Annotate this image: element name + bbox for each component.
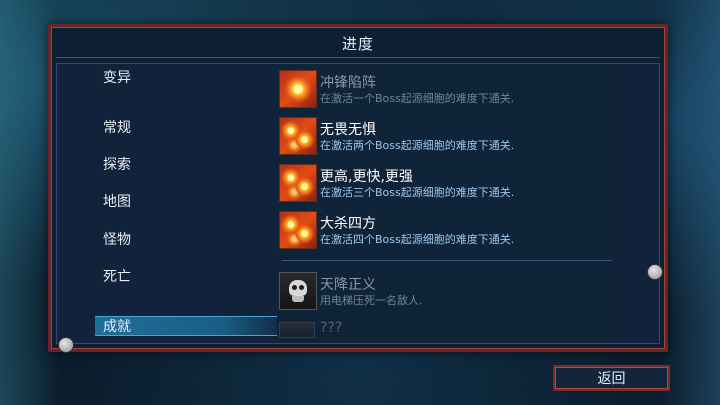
flame-cells-icon [279,164,317,202]
locked-icon [279,322,315,338]
category-map[interactable]: 地图 [103,192,131,212]
achievement-name: 天降正义 [320,277,376,293]
achievement-desc: 在激活三个Boss起源细胞的难度下通关. [320,186,515,199]
achievement-name: 大杀四方 [320,216,376,232]
skull-icon [279,272,317,310]
achievement-item-hidden[interactable]: ??? [277,318,617,343]
category-monsters[interactable]: 怪物 [103,230,131,250]
achievement-item[interactable]: 更高,更快,更强 在激活三个Boss起源细胞的难度下通关. [277,162,617,206]
panel-title: 进度 [341,35,374,53]
list-divider [282,260,612,261]
achievement-item-locked[interactable]: 天降正义 用电梯压死一名敌人. [277,270,617,314]
achievement-item[interactable]: 大杀四方 在激活四个Boss起源细胞的难度下通关. [277,209,617,253]
category-sidebar: 变异 常规 探索 地图 怪物 死亡 成就 [95,64,277,343]
flame-cells-icon [279,211,317,249]
sidebar-scroll-handle[interactable] [58,337,74,353]
achievement-desc: 在激活两个Boss起源细胞的难度下通关. [320,139,515,152]
panel-content: 变异 常规 探索 地图 怪物 死亡 成就 冲锋陷阵 在激活一个Boss起源细胞的… [56,63,660,344]
list-scroll-handle[interactable] [647,264,663,280]
category-mutations[interactable]: 变异 [103,68,131,88]
achievement-name: 冲锋陷阵 [320,75,376,91]
category-exploration[interactable]: 探索 [103,155,131,175]
achievement-name: 无畏无惧 [320,122,376,138]
flame-cell-icon [279,70,317,108]
achievement-desc: 在激活四个Boss起源细胞的难度下通关. [320,233,515,246]
achievement-name: ??? [320,320,343,336]
category-death[interactable]: 死亡 [103,267,131,287]
achievement-list[interactable]: 冲锋陷阵 在激活一个Boss起源细胞的难度下通关. 无畏无惧 在激活两个Boss… [277,64,617,343]
achievement-desc: 用电梯压死一名敌人. [320,294,423,307]
achievement-desc: 在激活一个Boss起源细胞的难度下通关. [320,92,515,105]
progress-panel: 进度 变异 常规 探索 地图 怪物 死亡 成就 冲锋陷阵 在激活一个Boss起源… [48,24,668,352]
achievement-name: 更高,更快,更强 [320,169,413,185]
achievement-item[interactable]: 无畏无惧 在激活两个Boss起源细胞的难度下通关. [277,115,617,159]
background-glow-right [660,0,720,405]
flame-cells-icon [279,117,317,155]
back-button[interactable]: 返回 [553,365,670,391]
category-achievements[interactable]: 成就 [95,316,277,336]
category-general[interactable]: 常规 [103,118,131,138]
achievement-item[interactable]: 冲锋陷阵 在激活一个Boss起源细胞的难度下通关. [277,68,617,112]
title-divider [56,57,660,58]
